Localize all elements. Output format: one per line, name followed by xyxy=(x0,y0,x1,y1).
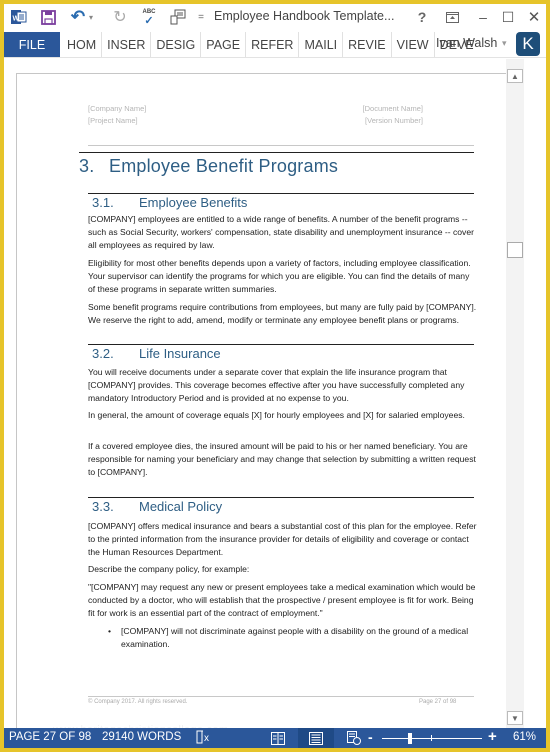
scroll-up-button[interactable]: ▲ xyxy=(507,69,523,83)
heading-rule xyxy=(88,193,474,194)
tab-page-layout[interactable]: PAGE xyxy=(201,32,247,57)
heading-rule xyxy=(88,344,474,345)
section-title: Employee Benefits xyxy=(139,195,248,210)
touch-mode-icon[interactable] xyxy=(169,7,187,27)
read-mode-button[interactable] xyxy=(260,728,296,748)
web-layout-button[interactable] xyxy=(336,728,372,748)
paragraph: If a covered employee dies, the insured … xyxy=(88,441,476,477)
status-bar: PAGE 27 OF 98 29140 WORDS x - + 61% xyxy=(4,728,546,748)
section-title: Life Insurance xyxy=(139,346,221,361)
scroll-thumb[interactable] xyxy=(507,242,523,258)
footer-divider xyxy=(88,696,474,697)
page-count[interactable]: PAGE 27 OF 98 xyxy=(9,731,91,743)
title-bar: W ↶ ▾ ↻ ABC ✓ = Employee Handbook Templa… xyxy=(4,4,546,30)
word-window: W ↶ ▾ ↻ ABC ✓ = Employee Handbook Templa… xyxy=(4,4,546,748)
heading-number: 3. xyxy=(79,156,95,176)
section-number: 3.3. xyxy=(92,499,114,514)
header-divider xyxy=(88,145,474,146)
ribbon-tab-bar: FILE HOM INSER DESIG PAGE REFER MAILI RE… xyxy=(4,30,546,58)
paragraph: Eligibility for most other benefits depe… xyxy=(88,258,471,294)
list-item: • [COMPANY] will not discriminate agains… xyxy=(108,625,477,651)
zoom-level[interactable]: 61% xyxy=(513,731,536,743)
paragraph: Some benefit programs require contributi… xyxy=(88,302,477,325)
header-company-name: [Company Name] xyxy=(88,104,147,113)
heading-rule xyxy=(88,497,474,498)
footer-page-number: Page 27 of 98 xyxy=(419,699,457,705)
list-item-text: [COMPANY] will not discriminate against … xyxy=(121,626,469,649)
footer-copyright: © Company 2017. All rights reserved. xyxy=(88,699,188,705)
zoom-slider[interactable] xyxy=(382,738,482,739)
user-name[interactable]: Ivan Walsh xyxy=(436,36,497,50)
document-title: Employee Handbook Template... xyxy=(214,9,395,23)
header-version-number: [Version Number] xyxy=(365,116,423,125)
ribbon-tabs: HOM INSER DESIG PAGE REFER MAILI REVIE V… xyxy=(62,32,479,57)
heading-rule xyxy=(79,152,474,153)
spelling-check-icon[interactable]: ABC ✓ xyxy=(140,7,158,27)
svg-text:W: W xyxy=(13,16,20,23)
help-button[interactable]: ? xyxy=(412,8,432,26)
bullet-icon: • xyxy=(108,626,112,636)
close-button[interactable]: ✕ xyxy=(524,8,544,26)
zoom-slider-thumb[interactable] xyxy=(407,733,412,744)
section-heading: 3.2. Life Insurance xyxy=(92,346,221,361)
scroll-down-button[interactable]: ▼ xyxy=(507,711,523,725)
document-page[interactable]: [Company Name] [Project Name] [Document … xyxy=(16,73,519,748)
zoom-slider-midpoint xyxy=(431,735,432,741)
paragraph: Describe the company policy, for example… xyxy=(88,564,250,574)
section-heading: 3.1. Employee Benefits xyxy=(92,195,247,210)
tab-insert[interactable]: INSER xyxy=(102,32,152,57)
avatar[interactable]: K xyxy=(516,32,540,56)
redo-icon[interactable]: ↻ xyxy=(112,7,128,27)
heading-title: Employee Benefit Programs xyxy=(109,156,339,176)
tab-mailings[interactable]: MAILI xyxy=(299,32,344,57)
section-number: 3.2. xyxy=(92,346,114,361)
header-document-name: [Document Name] xyxy=(362,104,423,113)
paragraph: You will receive documents under a separ… xyxy=(88,367,465,403)
save-icon[interactable] xyxy=(39,7,57,27)
zoom-out-button[interactable]: - xyxy=(368,729,373,745)
word-app-icon[interactable]: W xyxy=(10,7,28,27)
section-number: 3.1. xyxy=(92,195,114,210)
tab-home[interactable]: HOM xyxy=(62,32,103,57)
undo-dropdown-icon[interactable]: ▾ xyxy=(87,7,95,27)
print-layout-button[interactable] xyxy=(298,728,334,748)
vertical-scrollbar[interactable]: ▲ ▼ xyxy=(506,59,524,733)
word-count[interactable]: 29140 WORDS xyxy=(102,731,181,743)
tab-view[interactable]: VIEW xyxy=(392,32,435,57)
paragraph: [COMPANY] employees are entitled to a wi… xyxy=(88,214,474,250)
document-canvas[interactable]: [Company Name] [Project Name] [Document … xyxy=(4,59,525,748)
proofing-error-icon[interactable]: x xyxy=(196,730,212,747)
tab-references[interactable]: REFER xyxy=(246,32,300,57)
minimize-button[interactable]: – xyxy=(473,8,493,26)
chevron-down-icon[interactable]: ▾ xyxy=(502,38,507,49)
paragraph: [COMPANY] offers medical insurance and b… xyxy=(88,521,477,557)
section-heading: 3.3. Medical Policy xyxy=(92,499,222,514)
section-title: Medical Policy xyxy=(139,499,223,514)
maximize-button[interactable]: ☐ xyxy=(498,8,518,26)
paragraph: In general, the amount of coverage equal… xyxy=(88,410,465,420)
heading-1: 3. Employee Benefit Programs xyxy=(79,156,338,177)
svg-text:x: x xyxy=(204,733,209,744)
customize-toolbar-icon[interactable]: = xyxy=(196,7,206,27)
tab-design[interactable]: DESIG xyxy=(151,32,202,57)
header-project-name: [Project Name] xyxy=(88,116,138,125)
tab-review[interactable]: REVIE xyxy=(343,32,392,57)
undo-icon[interactable]: ↶ xyxy=(70,7,86,27)
paragraph: "[COMPANY] may request any new or presen… xyxy=(88,582,476,618)
tab-file[interactable]: FILE xyxy=(4,32,60,57)
zoom-in-button[interactable]: + xyxy=(488,728,497,745)
ribbon-display-options-button[interactable] xyxy=(442,8,462,26)
